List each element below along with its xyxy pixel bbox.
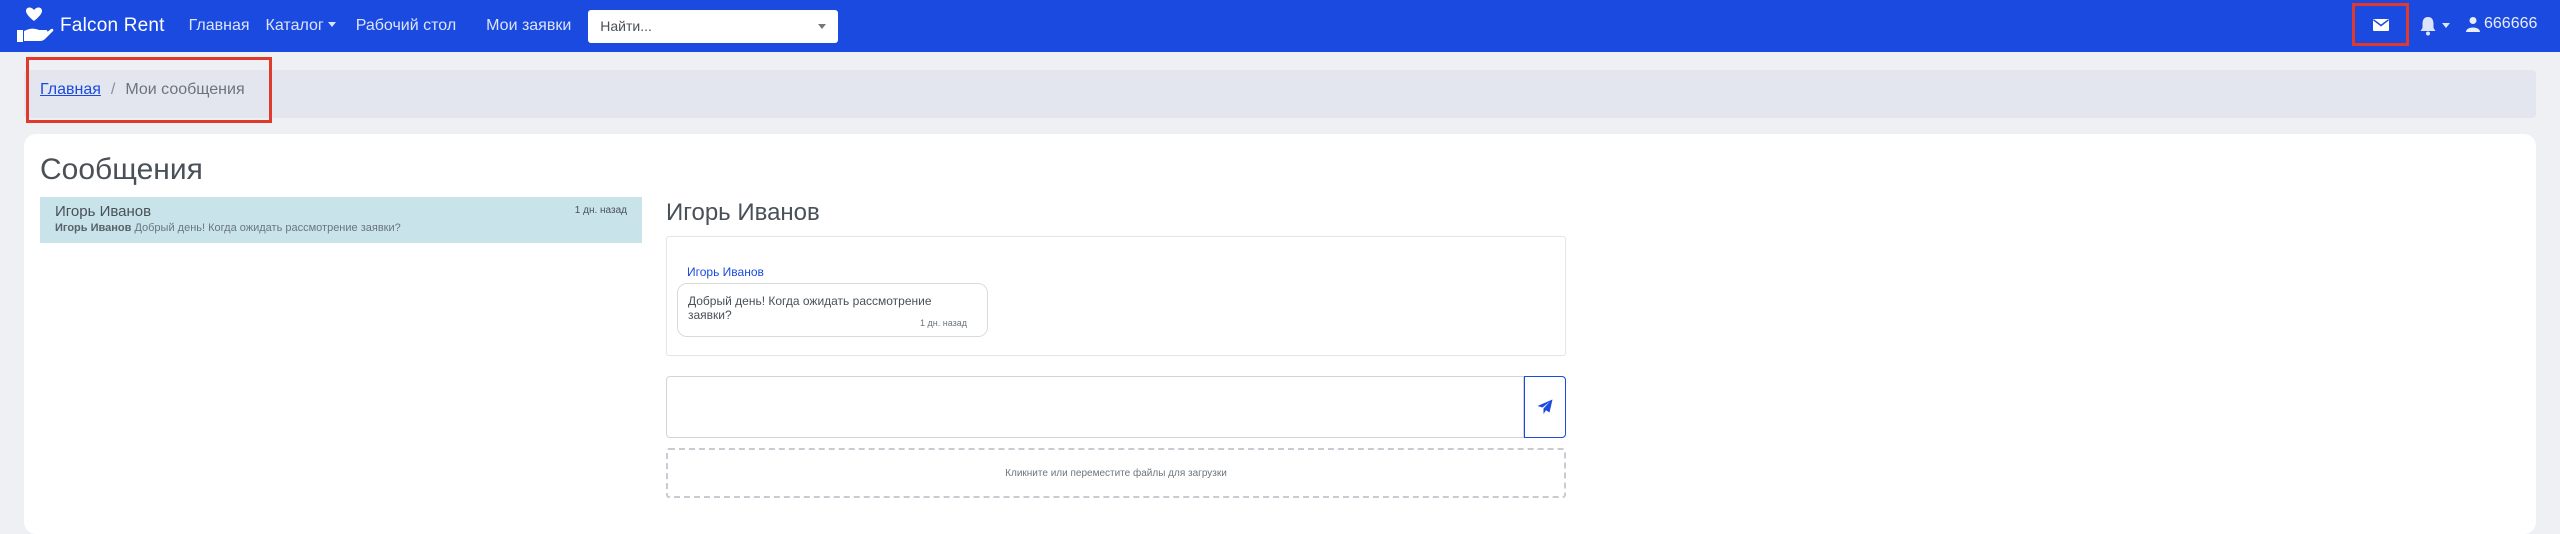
nav-my-requests[interactable]: Мои заявки [486, 17, 571, 35]
user-label: 666666 [2484, 15, 2538, 32]
conversation-preview: Игорь Иванов Добрый день! Когда ожидать … [55, 222, 627, 234]
message-time: 1 дн. назад [920, 318, 967, 328]
user-menu[interactable]: 666666 [2466, 15, 2537, 33]
nav-home[interactable]: Главная [189, 17, 250, 35]
conversation-preview-text: Добрый день! Когда ожидать рассмотрение … [134, 222, 401, 234]
breadcrumb-separator: / [110, 81, 116, 98]
main-nav: Главная Каталог Рабочий стол Мои заявки [189, 17, 588, 35]
nav-desktop[interactable]: Рабочий стол [356, 17, 456, 35]
message-bubble: Добрый день! Когда ожидать рассмотрение … [677, 283, 988, 337]
brand[interactable]: Falcon Rent [14, 6, 165, 46]
top-navbar: Falcon Rent Главная Каталог Рабочий стол… [0, 0, 2560, 52]
breadcrumb-current: Мои сообщения [125, 81, 245, 98]
breadcrumb-home-link[interactable]: Главная [40, 81, 101, 99]
page-title: Сообщения [40, 153, 203, 186]
chat-history: Игорь Иванов Добрый день! Когда ожидать … [666, 236, 1566, 356]
hand-heart-icon [17, 7, 54, 42]
search-placeholder: Найти... [600, 18, 652, 34]
chat-title: Игорь Иванов [666, 199, 820, 226]
conversation-preview-author: Игорь Иванов [55, 222, 132, 234]
breadcrumb: Главная / Мои сообщения [26, 57, 272, 123]
messages-button[interactable] [2352, 3, 2409, 46]
chevron-down-icon [818, 23, 827, 29]
message-input[interactable] [666, 376, 1524, 438]
send-button[interactable] [1524, 376, 1566, 438]
envelope-icon [2372, 18, 2389, 31]
nav-catalog-dropdown[interactable]: Каталог [266, 17, 336, 35]
message-author: Игорь Иванов [687, 265, 764, 279]
user-icon [2466, 17, 2480, 32]
breadcrumb-bar [24, 70, 2536, 118]
conversation-time: 1 дн. назад [574, 205, 627, 216]
paper-plane-icon [1537, 399, 1553, 414]
bell-icon[interactable] [2418, 15, 2438, 37]
dropzone-text: Кликните или переместите файлы для загру… [1005, 467, 1227, 479]
conversation-item[interactable]: Игорь Иванов 1 дн. назад Игорь Иванов До… [40, 197, 642, 243]
conversation-name: Игорь Иванов [55, 203, 152, 220]
search-select[interactable]: Найти... [588, 9, 839, 43]
file-dropzone[interactable]: Кликните или переместите файлы для загру… [666, 448, 1566, 498]
notifications-caret-icon[interactable] [2442, 23, 2450, 28]
brand-name: Falcon Rent [60, 15, 165, 36]
